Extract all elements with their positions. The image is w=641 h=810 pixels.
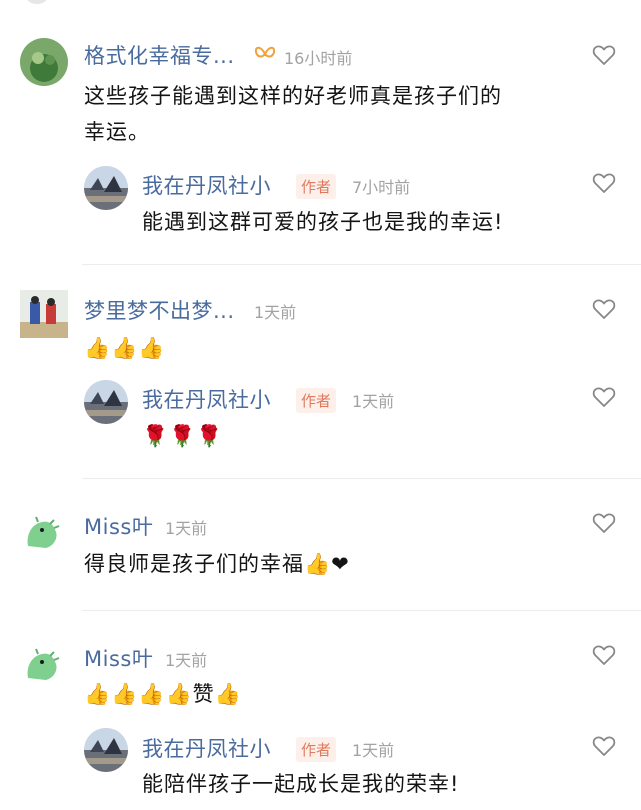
reply-username[interactable]: 我在丹凤社小: [142, 170, 271, 200]
reply-avatar[interactable]: [84, 380, 128, 424]
comment-text-line2: 幸运。: [84, 120, 150, 144]
previous-avatar-fragment: [26, 0, 48, 4]
author-badge: 作者: [296, 388, 337, 413]
reply-avatar[interactable]: [84, 166, 128, 210]
divider: [82, 478, 641, 479]
like-heart-icon[interactable]: [592, 644, 616, 666]
username[interactable]: Miss叶: [84, 643, 153, 673]
like-heart-icon[interactable]: [592, 44, 616, 66]
like-heart-icon[interactable]: [592, 512, 616, 534]
like-heart-icon[interactable]: [592, 172, 616, 194]
username[interactable]: 梦里梦不出梦...: [84, 295, 235, 325]
avatar[interactable]: [20, 290, 68, 338]
reply-text: 能遇到这群可爱的孩子也是我的幸运!: [142, 210, 504, 234]
like-heart-icon[interactable]: [592, 386, 616, 408]
divider: [82, 610, 641, 611]
username[interactable]: Miss叶: [84, 511, 153, 541]
butterfly-icon: [254, 46, 276, 58]
divider: [82, 264, 641, 265]
author-badge: 作者: [296, 737, 337, 762]
comment-time: 1天前: [165, 651, 208, 670]
comment-time: 16小时前: [284, 49, 353, 68]
comment-text: 👍👍👍👍赞👍: [84, 682, 242, 706]
comment-text: 得良师是孩子们的幸福👍❤: [84, 552, 350, 576]
reply-time: 7小时前: [352, 178, 411, 197]
avatar[interactable]: [20, 506, 68, 554]
like-heart-icon[interactable]: [592, 298, 616, 320]
comment-time: 1天前: [165, 519, 208, 538]
avatar[interactable]: [20, 38, 68, 86]
reply-username[interactable]: 我在丹凤社小: [142, 384, 271, 414]
avatar[interactable]: [20, 638, 68, 686]
reply-text: 🌹🌹🌹: [142, 424, 224, 448]
reply-time: 1天前: [352, 741, 395, 760]
comment-time: 1天前: [254, 303, 297, 322]
like-heart-icon[interactable]: [592, 735, 616, 757]
comment-text: 👍👍👍: [84, 336, 166, 360]
reply-time: 1天前: [352, 392, 395, 411]
reply-username[interactable]: 我在丹凤社小: [142, 733, 271, 763]
reply-text: 能陪伴孩子一起成长是我的荣幸!: [142, 772, 460, 796]
comment-text: 这些孩子能遇到这样的好老师真是孩子们的: [84, 84, 502, 108]
reply-avatar[interactable]: [84, 728, 128, 772]
author-badge: 作者: [296, 174, 337, 199]
username[interactable]: 格式化幸福专...: [84, 40, 235, 70]
